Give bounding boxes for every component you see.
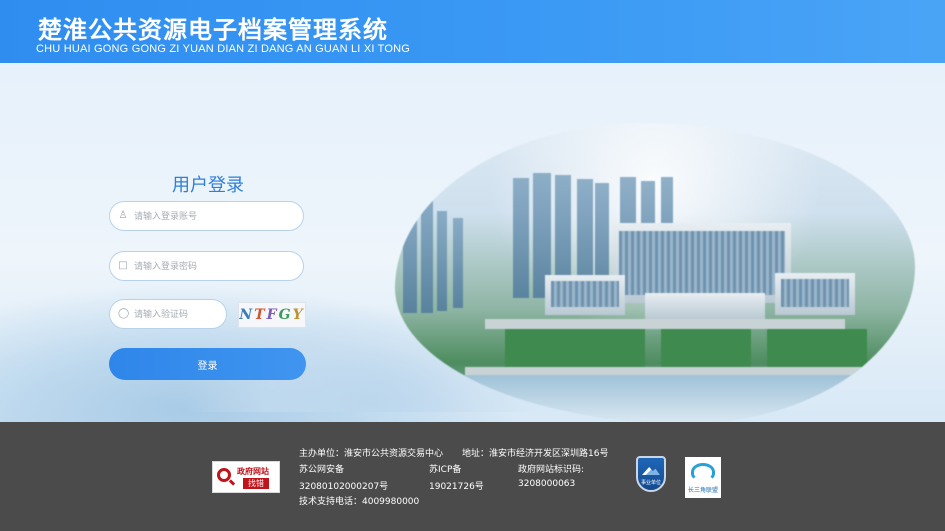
magnifier-icon	[217, 468, 231, 482]
password-field[interactable]: □	[109, 251, 304, 281]
gov-site-find-error-badge[interactable]: 政府网站 找错	[212, 461, 280, 493]
captcha-field[interactable]: ◯	[109, 299, 227, 329]
captcha-image[interactable]: NTFGY	[238, 302, 306, 328]
login-button[interactable]: 登录	[109, 348, 306, 380]
app-subtitle-pinyin: CHU HUAI GONG GONG ZI YUAN DIAN ZI DANG …	[36, 43, 411, 55]
badge-find-line2: 找错	[243, 478, 269, 489]
sponsor-text: 主办单位：淮安市公共资源交易中心	[299, 449, 444, 459]
footer: 政府网站 找错 主办单位：淮安市公共资源交易中心 地址：淮安市经济开发区深圳路1…	[0, 422, 945, 531]
badge-find-line1: 政府网站	[237, 467, 269, 476]
police-record-number[interactable]: 32080102000207号	[299, 479, 388, 492]
badge-csj-text: 长三角联盟	[687, 487, 718, 494]
icp-record-label: 苏ICP备	[429, 465, 462, 475]
public-institution-badge[interactable]: 事业单位	[636, 456, 666, 492]
captcha-char: F	[266, 307, 279, 323]
captcha-char: Y	[292, 307, 305, 323]
building-photo	[395, 123, 915, 422]
login-title: 用户登录	[172, 175, 244, 196]
address-text: 地址：淮安市经济开发区深圳路16号	[462, 449, 609, 459]
header: 楚淮公共资源电子档案管理系统 CHU HUAI GONG GONG ZI YUA…	[0, 0, 945, 63]
shield-check-icon: ◯	[118, 308, 130, 319]
mountain-icon	[642, 467, 660, 475]
captcha-char: T	[254, 307, 267, 323]
captcha-char: N	[239, 307, 255, 323]
captcha-input[interactable]	[132, 305, 226, 325]
icp-record-number[interactable]: 19021726号	[429, 479, 484, 492]
wave-logo-icon	[691, 463, 715, 481]
password-input[interactable]	[132, 257, 296, 277]
support-phone-text: 技术支持电话：4009980000	[299, 497, 420, 507]
username-input[interactable]	[132, 207, 296, 227]
gov-code-number: 3208000063	[518, 479, 576, 489]
lock-icon: □	[118, 260, 128, 271]
police-record-label: 苏公网安备	[299, 465, 345, 475]
yangtze-delta-alliance-badge[interactable]: 长三角联盟	[685, 457, 721, 498]
user-icon: ♙	[118, 210, 128, 221]
app-title: 楚淮公共资源电子档案管理系统	[38, 16, 388, 44]
gov-code-label: 政府网站标识码:	[518, 465, 585, 475]
username-field[interactable]: ♙	[109, 201, 304, 231]
captcha-char: G	[278, 307, 293, 323]
login-area: 用户登录 ♙ □ ◯ NTFGY 登录	[0, 63, 945, 422]
badge-shield-text: 事业单位	[640, 480, 661, 486]
